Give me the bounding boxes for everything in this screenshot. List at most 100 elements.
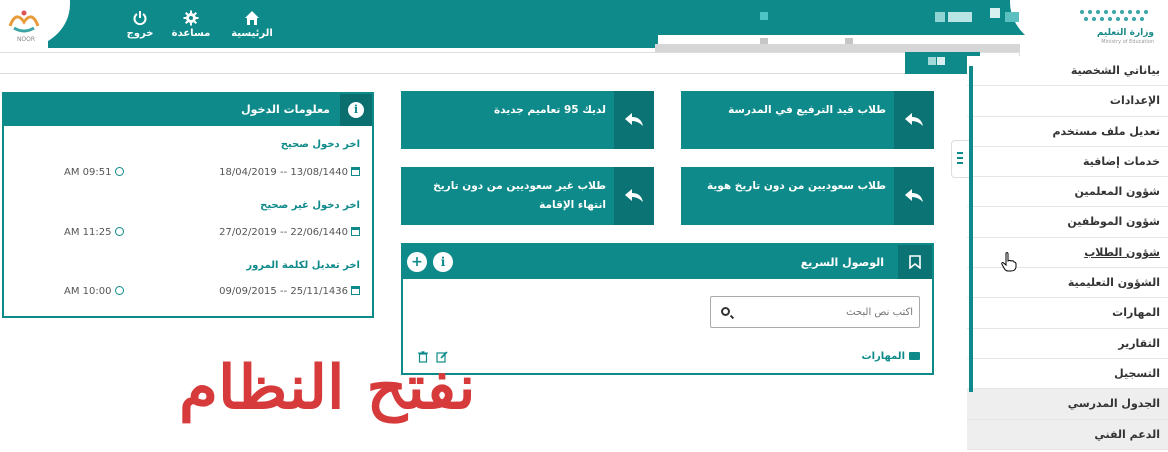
sidebar-toggle-button[interactable] xyxy=(951,140,969,178)
blur-pixel xyxy=(760,12,768,20)
last-invalid-login-date: 27/02/2019 -- 22/06/1440 xyxy=(219,227,360,238)
card-text: لديك 95 تعاميم جديدة xyxy=(494,104,606,116)
clock-icon xyxy=(115,227,125,236)
sidebar-item-label: التسجيل xyxy=(1114,366,1160,380)
date-value: 27/02/2019 -- 22/06/1440 xyxy=(219,227,348,238)
noor-logo[interactable]: NOOR xyxy=(4,4,44,44)
breadcrumb-strip xyxy=(0,52,1020,74)
card-students-promotion[interactable]: طلاب قيد الترفيع في المدرسة xyxy=(681,91,934,149)
sidebar-item-label: المهارات xyxy=(1112,306,1160,320)
reply-icon xyxy=(905,189,923,202)
card-nonsaudi-no-residency-date[interactable]: طلاب غير سعوديين من دون تاريخ انتهاء الإ… xyxy=(401,167,654,225)
blur-pixel xyxy=(937,57,945,65)
sidebar-item-label: شؤون الموظفين xyxy=(1067,215,1160,229)
sidebar-item-settings[interactable]: الإعدادات xyxy=(967,86,1168,117)
hand-cursor-icon xyxy=(1001,252,1017,272)
sidebar-item-education-affairs[interactable]: الشؤون التعليمية xyxy=(967,268,1168,299)
ministry-name: وزارة التعليم xyxy=(1096,28,1154,38)
card-arrow-box xyxy=(894,91,934,149)
card-arrow-box xyxy=(894,167,934,225)
card-saudi-no-id-date[interactable]: طلاب سعوديين من دون تاريخ هوية xyxy=(681,167,934,225)
calendar-icon xyxy=(351,227,360,236)
quick-search-box[interactable] xyxy=(710,296,920,328)
reply-icon xyxy=(905,113,923,126)
card-text: طلاب غير سعوديين من دون تاريخ انتهاء الإ… xyxy=(433,180,606,211)
folder-icon xyxy=(909,352,920,360)
sidebar-item-label: بياناتي الشخصية xyxy=(1070,64,1160,77)
sidebar-divider xyxy=(969,66,973,392)
sidebar-item-label: التقارير xyxy=(1118,336,1160,350)
last-invalid-login-time: AM 11:25 xyxy=(64,227,125,238)
blur-pixel xyxy=(928,57,936,65)
top-bar: NOOR الرئيسية مساعدة خروج وزارة التعليم … xyxy=(0,0,1168,54)
sidebar-item-skills[interactable]: المهارات xyxy=(967,298,1168,329)
password-change-date: 09/09/2015 -- 25/11/1436 xyxy=(219,286,360,297)
folder-label: المهارات xyxy=(861,351,905,362)
quick-info-button[interactable]: i xyxy=(433,252,453,272)
reply-icon xyxy=(625,189,643,202)
info-icon: i xyxy=(348,102,364,118)
password-change-time: AM 10:00 xyxy=(64,286,125,297)
sidebar-item-label: الإعدادات xyxy=(1109,94,1160,108)
blur-pixel xyxy=(935,12,945,22)
login-info-title: معلومات الدخول xyxy=(241,103,330,116)
noor-logo-caption: NOOR xyxy=(16,36,36,43)
nav-help[interactable]: مساعدة xyxy=(161,10,221,39)
last-valid-login-label: اخر دخول صحيح xyxy=(280,139,360,150)
clock-icon xyxy=(115,286,125,295)
sidebar-item-extra-services[interactable]: خدمات إضافية xyxy=(967,146,1168,178)
power-icon xyxy=(133,11,147,26)
sidebar-item-label: الشؤون التعليمية xyxy=(1067,276,1160,290)
sidebar-item-my-data[interactable]: بياناتي الشخصية xyxy=(967,56,1168,87)
quick-search-input[interactable] xyxy=(737,302,913,322)
sidebar-item-teachers[interactable]: شؤون المعلمين xyxy=(967,177,1168,208)
bookmark-box xyxy=(898,245,932,279)
folder-skills[interactable]: المهارات xyxy=(862,351,920,362)
nav-home[interactable]: الرئيسية xyxy=(222,10,282,39)
sidebar-item-employees[interactable]: شؤون الموظفين xyxy=(967,207,1168,238)
add-shortcut-button[interactable]: + xyxy=(407,252,427,272)
sidebar-item-schedule[interactable]: الجدول المدرسي xyxy=(967,389,1168,420)
ministry-logo[interactable]: وزارة التعليم Ministry of Education xyxy=(1052,4,1162,45)
sidebar-item-edit-user[interactable]: تعديل ملف مستخدم xyxy=(967,116,1168,147)
sidebar-item-label: خدمات إضافية xyxy=(1083,154,1160,168)
clock-icon xyxy=(115,167,125,176)
time-value: AM 09:51 xyxy=(64,167,112,178)
login-info-header: معلومات الدخول i xyxy=(4,94,372,126)
quick-access-panel: الوصول السريع + i المهارات xyxy=(401,243,934,375)
sidebar-item-students[interactable]: شؤون الطلاب xyxy=(967,237,1168,269)
blur-pixel xyxy=(760,38,768,44)
login-info-panel: معلومات الدخول i اخر دخول صحيح 18/04/201… xyxy=(2,92,374,318)
home-icon xyxy=(245,11,259,25)
video-overlay-caption: نفتح النظام xyxy=(178,353,476,423)
last-valid-login-time: AM 09:51 xyxy=(64,167,125,178)
reply-icon xyxy=(625,113,643,126)
time-value: AM 11:25 xyxy=(64,227,112,238)
sidebar-item-label: تعديل ملف مستخدم xyxy=(1052,124,1160,138)
last-invalid-login-label: اخر دخول غير صحيح xyxy=(260,200,360,211)
sidebar-item-support[interactable]: الدعم الفني xyxy=(967,419,1168,450)
nav-help-label: مساعدة xyxy=(171,28,211,39)
blur-pixel xyxy=(1005,12,1019,22)
blur-pixel xyxy=(845,38,853,44)
card-arrow-box xyxy=(614,167,654,225)
last-valid-login-date: 18/04/2019 -- 13/08/1440 xyxy=(219,167,360,178)
sidebar-item-label: الدعم الفني xyxy=(1094,427,1160,441)
card-text: طلاب سعوديين من دون تاريخ هوية xyxy=(706,180,886,192)
sidebar-item-label: الجدول المدرسي xyxy=(1067,397,1160,411)
menu-icon xyxy=(957,152,963,166)
sidebar-item-label: شؤون المعلمين xyxy=(1074,185,1160,199)
gear-icon xyxy=(183,10,199,26)
card-new-circulars[interactable]: لديك 95 تعاميم جديدة xyxy=(401,91,654,149)
blur-pixel xyxy=(990,8,1000,18)
date-value: 18/04/2019 -- 13/08/1440 xyxy=(219,167,348,178)
calendar-icon xyxy=(351,286,360,295)
bookmark-icon xyxy=(909,255,921,269)
sidebar-menu: بياناتي الشخصية الإعدادات تعديل ملف مستخ… xyxy=(967,56,1168,450)
info-box: i xyxy=(340,94,372,126)
sidebar-item-registration[interactable]: التسجيل xyxy=(967,358,1168,390)
nav-home-label: الرئيسية xyxy=(231,28,273,39)
nav-logout[interactable]: خروج xyxy=(110,10,170,39)
sidebar-item-label: شؤون الطلاب xyxy=(1084,245,1160,259)
sidebar-item-reports[interactable]: التقارير xyxy=(967,328,1168,359)
